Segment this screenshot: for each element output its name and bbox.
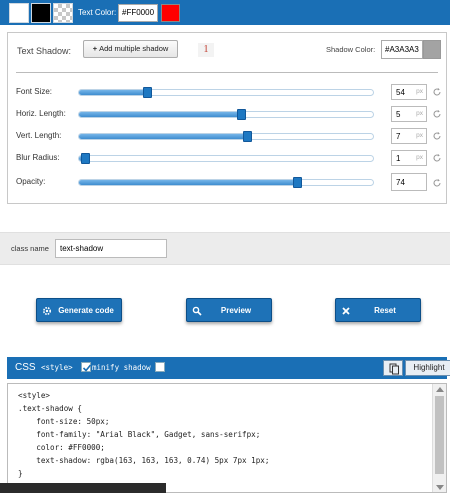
opacity-slider[interactable] — [78, 177, 374, 188]
slider-row-horiz-length: Horiz. Length: 5 px — [8, 105, 448, 123]
slider-fill — [79, 90, 147, 95]
css-title: CSS — [15, 362, 36, 373]
reset-button[interactable]: Reset — [335, 298, 421, 322]
add-shadow-label: Add multiple shadow — [99, 44, 169, 53]
blur-radius-input[interactable]: 1 px — [391, 150, 427, 166]
class-name-bar: class name text-shadow — [0, 232, 450, 265]
slider-handle[interactable] — [142, 87, 152, 98]
copy-icon — [389, 363, 399, 375]
slider-value: 7 — [396, 132, 401, 141]
add-multiple-shadow-button[interactable]: + Add multiple shadow — [83, 40, 178, 58]
slider-unit: px — [416, 88, 423, 95]
highlight-button[interactable]: Highlight — [405, 360, 450, 376]
slider-fill — [79, 180, 297, 185]
refresh-icon[interactable] — [432, 178, 442, 188]
text-shadow-panel: Text Shadow: + Add multiple shadow 1 Shad… — [7, 32, 447, 204]
slider-label: Vert. Length: — [16, 131, 62, 140]
slider-label: Font Size: — [16, 87, 53, 96]
generate-code-label: Generate code — [58, 306, 114, 315]
preview-button[interactable]: Preview — [186, 298, 272, 322]
shadow-color-input[interactable]: #A3A3A3 — [381, 40, 423, 59]
slider-unit: px — [416, 110, 423, 117]
bottom-strip — [0, 483, 166, 493]
scroll-down-icon[interactable] — [436, 485, 444, 490]
vert-length-input[interactable]: 7 px — [391, 128, 427, 144]
slider-label: Opacity: — [16, 177, 46, 186]
slider-handle[interactable] — [292, 177, 302, 188]
slider-handle[interactable] — [242, 131, 252, 142]
refresh-icon[interactable] — [432, 131, 442, 141]
text-shadow-label: Text Shadow: — [17, 46, 72, 56]
opacity-input[interactable]: 74 — [391, 173, 427, 191]
code-line: text-shadow: rgba(163, 163, 163, 0.74) 5… — [18, 456, 270, 465]
code-line: <style> — [18, 391, 51, 400]
style-tag-checkbox[interactable] — [81, 362, 92, 372]
vert-length-slider[interactable] — [78, 131, 374, 142]
slider-fill — [79, 134, 247, 139]
slider-value: 1 — [396, 154, 401, 163]
check-icon — [82, 364, 92, 372]
blur-radius-slider[interactable] — [78, 153, 374, 164]
slider-row-font-size: Font Size: 54 px — [8, 83, 448, 101]
slider-unit: px — [416, 132, 423, 139]
slider-value: 5 — [396, 110, 401, 119]
font-size-input[interactable]: 54 px — [391, 84, 427, 100]
slider-label: Blur Radius: — [16, 153, 60, 162]
code-line: } — [18, 469, 23, 478]
style-tag-label: <style> — [41, 363, 73, 372]
minify-shadow-checkbox[interactable] — [155, 362, 165, 372]
black-swatch[interactable] — [31, 3, 51, 23]
css-output-header: CSS <style> minify shadow Highlight — [7, 357, 450, 379]
code-line: color: #FF0000; — [18, 443, 105, 452]
refresh-icon[interactable] — [432, 109, 442, 119]
horiz-length-slider[interactable] — [78, 109, 374, 120]
css-code-output[interactable]: <style> .text-shadow { font-size: 50px; … — [7, 383, 447, 493]
generate-code-button[interactable]: Generate code — [36, 298, 122, 322]
transparent-swatch[interactable] — [53, 3, 73, 23]
slider-unit: px — [416, 154, 423, 161]
code-line: font-size: 50px; — [18, 417, 110, 426]
slider-row-vert-length: Vert. Length: 7 px — [8, 127, 448, 145]
divider — [16, 72, 438, 73]
copy-button[interactable] — [383, 360, 403, 376]
refresh-icon[interactable] — [432, 153, 442, 163]
plus-icon: + — [92, 44, 98, 53]
code-line: .text-shadow { — [18, 404, 83, 413]
slider-fill — [79, 112, 241, 117]
slider-value: 74 — [396, 178, 405, 187]
slider-label: Horiz. Length: — [16, 109, 66, 118]
white-swatch[interactable] — [9, 3, 29, 23]
scroll-up-icon[interactable] — [436, 387, 444, 392]
class-name-label: class name — [11, 244, 49, 253]
slider-handle[interactable] — [80, 153, 90, 164]
code-line: font-family: "Arial Black", Gadget, sans… — [18, 430, 261, 439]
slider-handle[interactable] — [236, 109, 246, 120]
shadow-color-label: Shadow Color: — [326, 45, 376, 54]
class-name-input[interactable]: text-shadow — [55, 239, 167, 258]
minify-shadow-label: minify shadow — [92, 363, 151, 372]
slider-value: 54 — [396, 88, 405, 97]
preview-label: Preview — [220, 306, 252, 315]
code-scrollbar[interactable] — [432, 384, 446, 492]
font-size-slider[interactable] — [78, 87, 374, 98]
scroll-thumb[interactable] — [435, 396, 444, 474]
shadow-color-swatch[interactable] — [423, 40, 441, 59]
text-color-toolbar: Text Color: #FF0000 — [0, 0, 450, 25]
horiz-length-input[interactable]: 5 px — [391, 106, 427, 122]
slider-row-blur-radius: Blur Radius: 1 px — [8, 149, 448, 167]
text-color-label: Text Color: — [78, 8, 117, 17]
text-color-input[interactable]: #FF0000 — [118, 4, 158, 22]
refresh-icon[interactable] — [432, 87, 442, 97]
text-color-swatch[interactable] — [161, 4, 180, 22]
slider-row-opacity: Opacity: 74 — [8, 173, 448, 191]
shadow-count-badge: 1 — [198, 43, 214, 57]
reset-label: Reset — [374, 306, 396, 315]
